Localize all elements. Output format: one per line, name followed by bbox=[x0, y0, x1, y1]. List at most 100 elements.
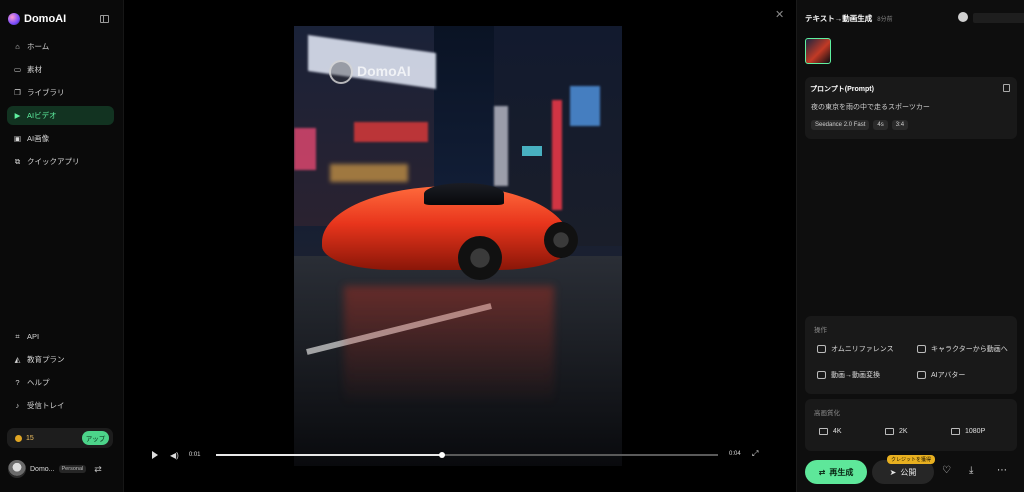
fullscreen-icon[interactable]: ⤢ bbox=[752, 449, 758, 459]
home-icon: ⌂ bbox=[15, 41, 20, 51]
monitor-icon bbox=[951, 428, 960, 435]
brand[interactable]: DomoAI bbox=[8, 12, 66, 26]
assets-icon: ▭ bbox=[13, 64, 22, 74]
car-wheel-front bbox=[458, 236, 502, 280]
neon-strip-white bbox=[494, 106, 508, 186]
publish-label: 公開 bbox=[900, 467, 917, 477]
user-name: Domo... bbox=[30, 465, 55, 473]
resolution-label: 1080P bbox=[965, 428, 986, 435]
play-icon[interactable] bbox=[152, 451, 158, 459]
watermark-text: DomoAI bbox=[357, 63, 411, 79]
character-to-video-button[interactable]: キャラクターから動画へ bbox=[917, 344, 1008, 354]
sidebar: DomoAI ⌂ ホーム ▭ 素材 ❐ ライブラリ ▶ AIビデオ ▣ AI画像… bbox=[0, 0, 124, 492]
current-time: 0:01 bbox=[188, 452, 201, 458]
switch-account-icon[interactable]: ⇄ bbox=[94, 464, 102, 475]
sidebar-item-ai-image[interactable]: ▣ AI画像 bbox=[7, 129, 114, 148]
avatar-icon bbox=[917, 371, 926, 379]
user-profile[interactable]: Domo... Personal ⇄ bbox=[8, 459, 116, 479]
api-icon: ⌗ bbox=[15, 331, 20, 341]
car-wheel-rear bbox=[544, 222, 578, 258]
sidebar-item-label: 素材 bbox=[27, 65, 42, 74]
player-controls: ◀) 0:01 0:04 ⤢ bbox=[152, 448, 762, 462]
creator-name-redacted bbox=[973, 13, 1024, 23]
heart-icon[interactable]: ♡ bbox=[942, 465, 951, 476]
copy-icon[interactable] bbox=[1003, 84, 1010, 92]
monitor-icon bbox=[819, 428, 828, 435]
operations-card: 操作 オムニリファレンス キャラクターから動画へ 動画→動画変換 AIアバター bbox=[805, 316, 1017, 394]
sidebar-item-assets[interactable]: ▭ 素材 bbox=[7, 60, 114, 79]
download-icon[interactable]: ⤓ bbox=[969, 465, 973, 476]
sidebar-item-label: ヘルプ bbox=[27, 378, 50, 387]
sidebar-item-label: ホーム bbox=[27, 42, 50, 51]
sidebar-item-ai-video[interactable]: ▶ AIビデオ bbox=[7, 106, 114, 125]
sidebar-collapse-icon[interactable] bbox=[100, 15, 109, 23]
sidebar-item-label: API bbox=[27, 332, 40, 341]
omni-reference-button[interactable]: オムニリファレンス bbox=[817, 344, 894, 354]
sidebar-item-education[interactable]: ◭ 教育プラン bbox=[7, 350, 114, 369]
car-reflection bbox=[344, 286, 554, 406]
volume-icon[interactable]: ◀) bbox=[170, 451, 179, 460]
sidebar-item-library[interactable]: ❐ ライブラリ bbox=[7, 83, 114, 102]
prompt-title: プロンプト(Prompt) bbox=[810, 86, 874, 93]
coin-icon bbox=[15, 434, 22, 442]
education-icon: ◭ bbox=[14, 354, 21, 364]
upscale-card: 高画質化 4K 2K 1080P bbox=[805, 399, 1017, 451]
domoai-logo-icon bbox=[8, 13, 20, 25]
character-icon bbox=[917, 345, 926, 353]
neon-tower-red bbox=[552, 100, 562, 210]
credits-bar: 15 アップ bbox=[7, 428, 113, 448]
image-icon: ▣ bbox=[13, 133, 22, 143]
library-icon: ❐ bbox=[14, 87, 21, 97]
omni-reference-icon bbox=[817, 345, 826, 353]
sidebar-item-api[interactable]: ⌗ API bbox=[7, 327, 114, 346]
avatar bbox=[8, 460, 26, 478]
upgrade-button[interactable]: アップ bbox=[82, 431, 109, 445]
regenerate-button[interactable]: ⇄ 再生成 bbox=[805, 460, 867, 484]
ai-avatar-button[interactable]: AIアバター bbox=[917, 370, 965, 380]
prompt-tags: Seedance 2.0 Fast 4s 3:4 bbox=[811, 120, 909, 130]
details-panel: テキスト→動画生成 8分前 プロンプト(Prompt) 夜の東京を雨の中で走るス… bbox=[796, 0, 1024, 492]
creator-avatar[interactable] bbox=[958, 12, 968, 22]
video-viewer: ✕ DomoAI ◀) 0:01 0:04 ⤢ bbox=[124, 0, 796, 492]
prompt-card: プロンプト(Prompt) 夜の東京を雨の中で走るスポーツカー Seedance… bbox=[805, 77, 1017, 139]
resolution-label: 4K bbox=[833, 428, 842, 435]
sidebar-item-label: クイックアプリ bbox=[27, 157, 80, 166]
main-nav: ⌂ ホーム ▭ 素材 ❐ ライブラリ ▶ AIビデオ ▣ AI画像 ⧉ クイック… bbox=[7, 37, 114, 175]
regenerate-label: 再生成 bbox=[829, 467, 854, 477]
upscale-2k-button[interactable]: 2K bbox=[885, 428, 908, 435]
help-icon: ? bbox=[15, 377, 20, 387]
model-tag: Seedance 2.0 Fast bbox=[811, 120, 870, 130]
more-icon[interactable]: ⋯ bbox=[997, 465, 1007, 476]
result-thumbnail[interactable] bbox=[805, 38, 831, 64]
resolution-label: 2K bbox=[899, 428, 908, 435]
time-ago: 8分前 bbox=[877, 16, 893, 23]
sidebar-item-inbox[interactable]: ♪ 受信トレイ bbox=[7, 396, 114, 415]
video-frame[interactable]: DomoAI bbox=[294, 26, 622, 466]
sidebar-item-label: ライブラリ bbox=[27, 88, 65, 97]
video-icon: ▶ bbox=[14, 110, 21, 120]
car-windshield bbox=[424, 183, 504, 205]
progress-bar[interactable] bbox=[216, 452, 718, 458]
neon-sign-yellow bbox=[330, 164, 408, 182]
plan-badge: Personal bbox=[58, 465, 87, 473]
sidebar-item-help[interactable]: ? ヘルプ bbox=[7, 373, 114, 392]
upscale-4k-button[interactable]: 4K bbox=[819, 428, 842, 435]
close-icon[interactable]: ✕ bbox=[775, 8, 784, 21]
sidebar-item-label: 受信トレイ bbox=[27, 401, 65, 410]
operations-label: 操作 bbox=[814, 327, 827, 334]
sidebar-item-label: AI画像 bbox=[27, 134, 50, 143]
neon-sign-red bbox=[354, 122, 428, 142]
send-icon: ➤ bbox=[889, 467, 897, 477]
upscale-1080p-button[interactable]: 1080P bbox=[951, 428, 985, 435]
brand-name: DomoAI bbox=[24, 13, 67, 25]
progress-handle[interactable] bbox=[438, 452, 445, 458]
video-to-video-button[interactable]: 動画→動画変換 bbox=[817, 370, 880, 380]
sidebar-item-label: AIビデオ bbox=[27, 111, 57, 120]
earn-credits-badge: クレジットを獲得 bbox=[887, 455, 936, 464]
apps-icon: ⧉ bbox=[14, 156, 21, 166]
op-label: AIアバター bbox=[931, 372, 966, 379]
sidebar-item-quick-apps[interactable]: ⧉ クイックアプリ bbox=[7, 152, 114, 171]
panel-title: テキスト→動画生成 bbox=[805, 13, 873, 23]
neon-strip-cyan bbox=[522, 146, 542, 156]
sidebar-item-home[interactable]: ⌂ ホーム bbox=[7, 37, 114, 56]
